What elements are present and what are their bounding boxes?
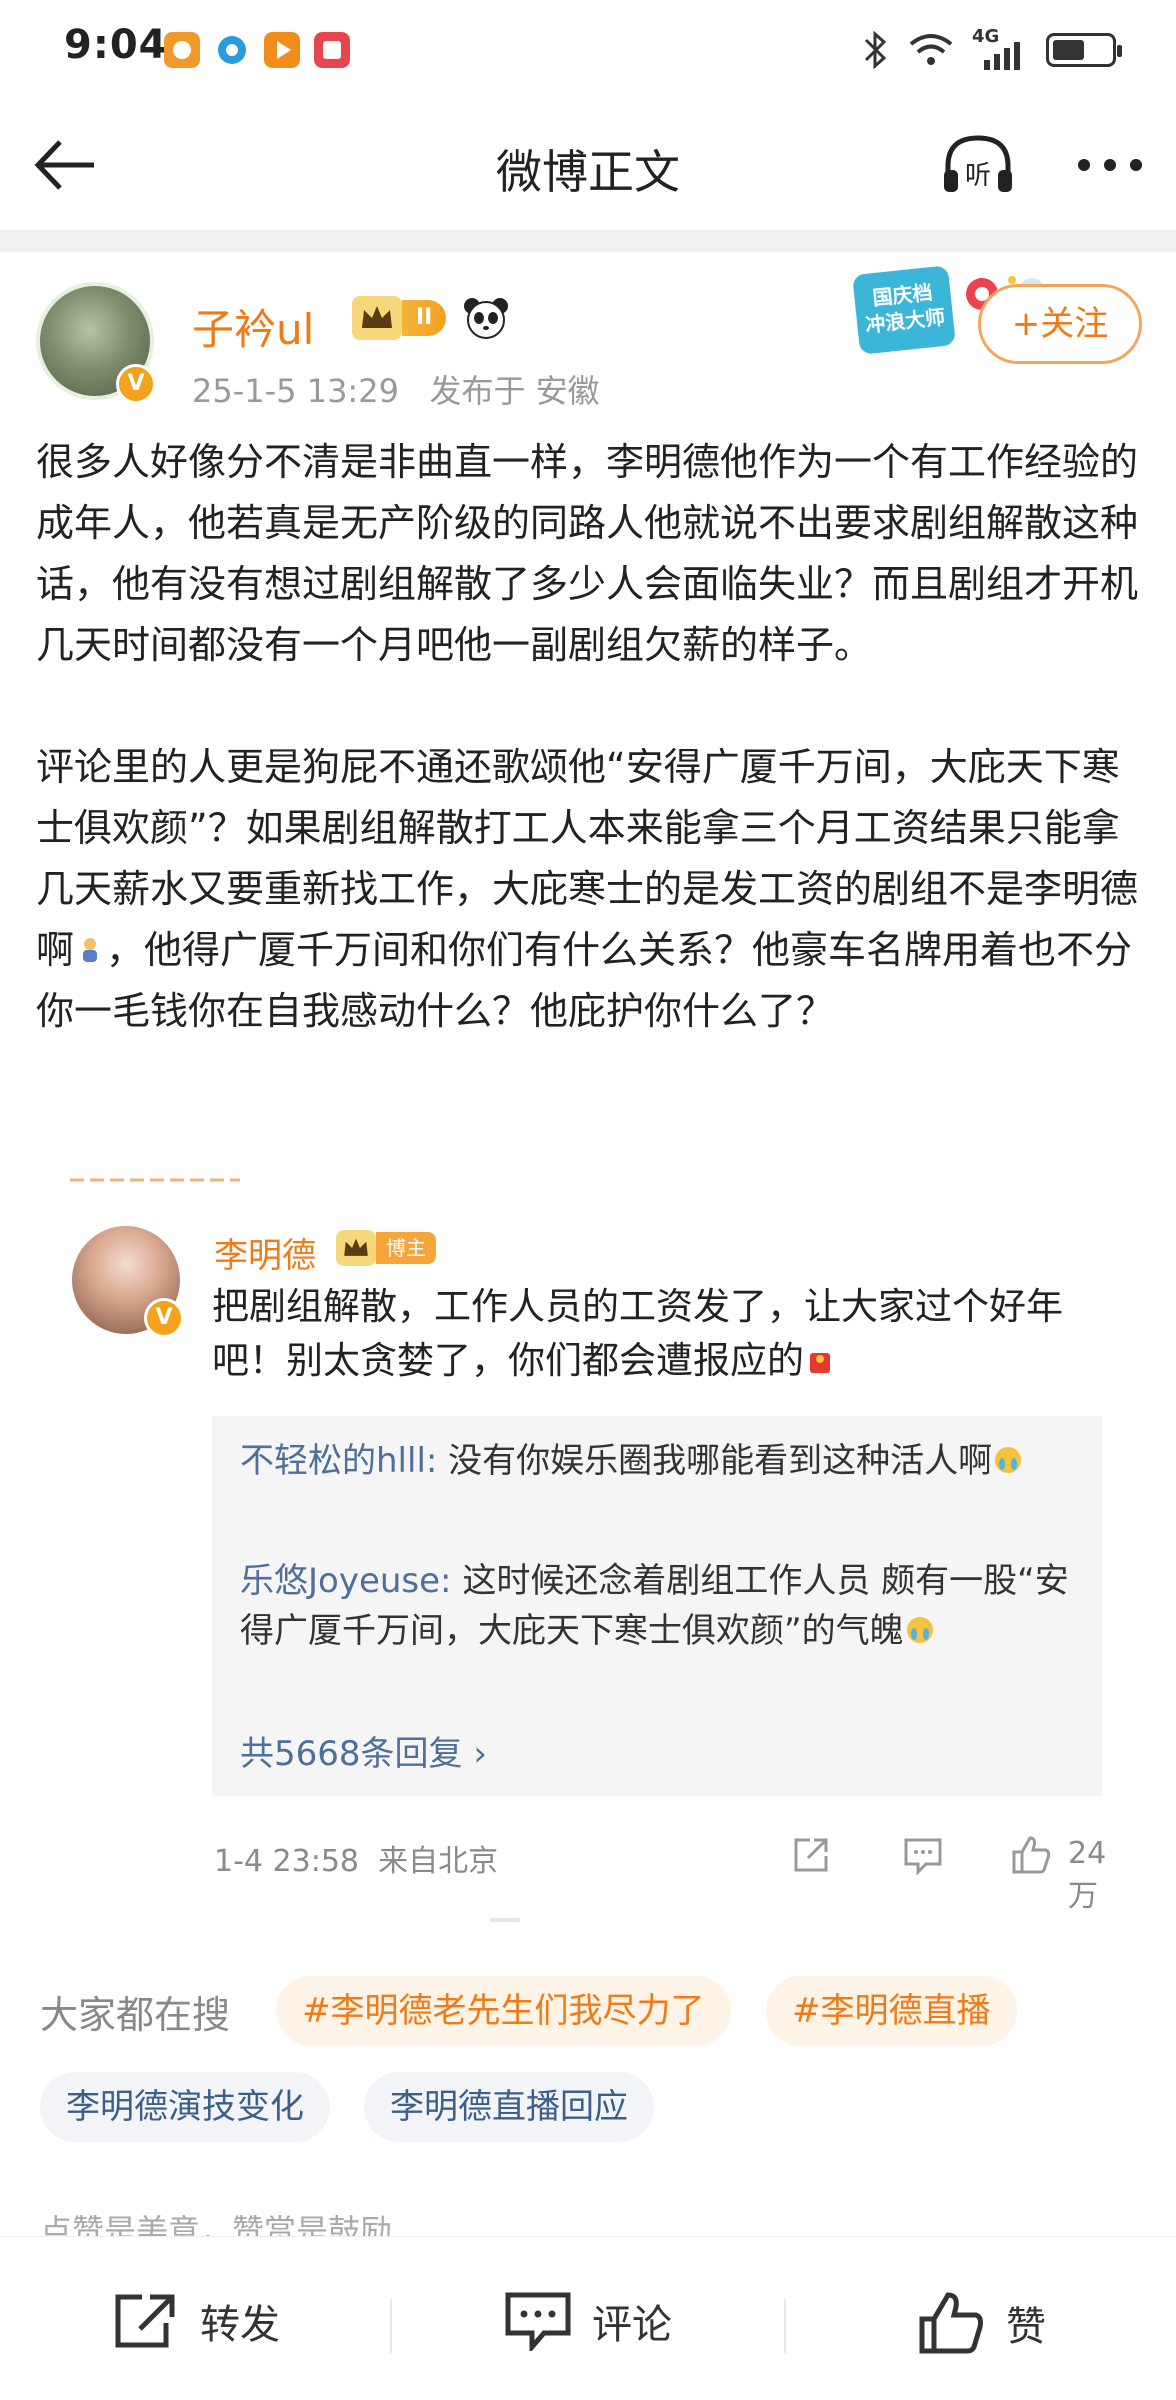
more-icon[interactable] bbox=[1070, 130, 1150, 200]
reply-item[interactable]: 乐悠Joyeuse: 这时候还念着剧组工作人员 颇有一股“安得广厦千万间，大庇天… bbox=[240, 1556, 1070, 1656]
quoted-post[interactable]: V 李明德 博主 把剧组解散，工作人员的工资发了，让大家过个好年吧！别太贪婪了，… bbox=[36, 1180, 1140, 1914]
follow-button[interactable]: +关注 bbox=[978, 284, 1142, 364]
post-body: 很多人好像分不清是非曲直一样，李明德他作为一个有工作经验的成年人，他若真是无产阶… bbox=[36, 432, 1146, 1042]
quoted-meta: 1-4 23:58 来自北京 bbox=[214, 1836, 498, 1880]
rank-level: II bbox=[402, 300, 447, 336]
trending-tag[interactable]: #李明德直播 bbox=[766, 1976, 1017, 2046]
app-notification-icon bbox=[164, 32, 200, 68]
author-row: V 子衿ul II 25-1-5 13:29 发布于 安徽 国庆档 冲浪大师 +… bbox=[0, 252, 1176, 432]
bluetooth-icon bbox=[864, 30, 887, 70]
crying-emoji-icon bbox=[906, 1617, 933, 1643]
action-separator bbox=[390, 2299, 392, 2353]
red-envelope-emoji-icon bbox=[810, 1353, 830, 1373]
quoted-like-icon[interactable] bbox=[1008, 1832, 1054, 1878]
bottom-action-bar: 转发 评论 赞 bbox=[0, 2236, 1176, 2400]
notification-icons bbox=[164, 32, 350, 68]
quoted-comment-icon[interactable] bbox=[900, 1832, 946, 1878]
like-button[interactable]: 赞 bbox=[918, 2291, 1046, 2355]
rank-badge[interactable]: II bbox=[352, 296, 447, 340]
post-meta: 25-1-5 13:29 发布于 安徽 bbox=[192, 366, 600, 412]
comment-icon bbox=[505, 2292, 571, 2351]
post-paragraph-2-part-b: ，他得广厦千万间和你们有什么关系？他豪车名牌用着也不分你一毛钱你在自我感动什么？… bbox=[36, 928, 1133, 1033]
author-name[interactable]: 子衿ul bbox=[192, 296, 314, 357]
battery-icon bbox=[1046, 33, 1122, 67]
comment-label: 评论 bbox=[592, 2302, 672, 2348]
reward-hint: 点赞是美意，赞赏是鼓励 bbox=[40, 2212, 393, 2236]
browser-notification-icon bbox=[218, 36, 246, 64]
comment-button[interactable]: 评论 bbox=[504, 2291, 672, 2351]
repost-icon bbox=[115, 2294, 175, 2348]
quoted-verified-badge-icon: V bbox=[144, 1298, 184, 1338]
section-divider bbox=[0, 230, 1176, 252]
quoted-author-name[interactable]: 李明德 bbox=[214, 1228, 316, 1277]
quoted-text: 把剧组解散，工作人员的工资发了，让大家过个好年吧！别太贪婪了，你们都会遭报应的 bbox=[212, 1280, 1112, 1388]
blogger-badge: 博主 bbox=[376, 1232, 436, 1264]
crown-icon bbox=[352, 296, 402, 340]
action-separator bbox=[784, 2299, 786, 2353]
author-badges: II bbox=[352, 296, 510, 340]
repost-button[interactable]: 转发 bbox=[112, 2291, 280, 2351]
quoted-text-body: 把剧组解散，工作人员的工资发了，让大家过个好年吧！别太贪婪了，你们都会遭报应的 bbox=[212, 1285, 1063, 1382]
wifi-icon bbox=[909, 34, 953, 65]
panda-icon bbox=[464, 298, 509, 339]
verified-badge-icon: V bbox=[116, 364, 156, 404]
signal-indicator: 4G bbox=[972, 26, 1028, 70]
like-icon bbox=[919, 2292, 983, 2354]
status-bar: 9:04 4G bbox=[0, 0, 1176, 100]
system-icons: 4G bbox=[862, 26, 1122, 70]
listen-label: 听 bbox=[965, 161, 991, 191]
video-notification-icon bbox=[264, 32, 300, 68]
reader-notification-icon bbox=[314, 32, 350, 68]
post-paragraph-2: 评论里的人更是狗屁不通还歌颂他“安得广厦千万间，大庇天下寒士俱欢颜”？如果剧组解… bbox=[36, 737, 1146, 1042]
quoted-repost-icon[interactable] bbox=[788, 1832, 834, 1878]
post-paragraph-1: 很多人好像分不清是非曲直一样，李明德他作为一个有工作经验的成年人，他若真是无产阶… bbox=[36, 440, 1139, 667]
reply-item[interactable]: 不轻松的hlll: 没有你娱乐圈我哪能看到这种活人啊 bbox=[240, 1436, 1070, 1486]
quoted-badges: 博主 bbox=[336, 1230, 436, 1266]
signal-icon bbox=[984, 42, 1020, 70]
scroll-hint-divider bbox=[490, 1918, 520, 1922]
quoted-crown-icon bbox=[336, 1230, 376, 1266]
quoted-time: 1-4 23:58 bbox=[214, 1844, 359, 1879]
reply-username[interactable]: 不轻松的hlll: bbox=[240, 1441, 437, 1481]
quoted-footer: 1-4 23:58 来自北京 24万 bbox=[214, 1826, 1134, 1914]
like-label: 赞 bbox=[1006, 2304, 1046, 2350]
reply-preview-box[interactable]: 不轻松的hlll: 没有你娱乐圈我哪能看到这种活人啊 乐悠Joyeuse: 这时… bbox=[212, 1416, 1102, 1796]
battery-fill bbox=[1053, 40, 1084, 60]
kneeling-emoji-icon bbox=[83, 938, 98, 962]
trending-tag[interactable]: 李明德直播回应 bbox=[364, 2072, 654, 2142]
promo-tag-icon: 国庆档 冲浪大师 bbox=[852, 265, 956, 355]
nav-bar: 微博正文 听 bbox=[0, 100, 1176, 230]
more-replies-link[interactable]: 共5668条回复 › bbox=[240, 1726, 487, 1775]
status-time: 9:04 bbox=[64, 22, 168, 68]
crying-emoji-icon bbox=[995, 1447, 1022, 1473]
quoted-like-count: 24万 bbox=[1068, 1836, 1107, 1914]
quoted-source: 来自北京 bbox=[378, 1844, 499, 1879]
post-timestamp: 25-1-5 13:29 bbox=[192, 372, 399, 410]
trending-tag[interactable]: #李明德老先生们我尽力了 bbox=[276, 1976, 731, 2046]
post-location: 发布于 安徽 bbox=[429, 372, 600, 410]
repost-label: 转发 bbox=[200, 2302, 280, 2348]
trending-tag[interactable]: 李明德演技变化 bbox=[40, 2072, 330, 2142]
listen-headphone-icon[interactable]: 听 bbox=[938, 130, 1018, 200]
reply-username[interactable]: 乐悠Joyeuse: bbox=[240, 1561, 452, 1601]
trending-label: 大家都在搜 bbox=[40, 1993, 231, 2037]
reply-text: 没有你娱乐圈我哪能看到这种活人啊 bbox=[437, 1441, 993, 1481]
